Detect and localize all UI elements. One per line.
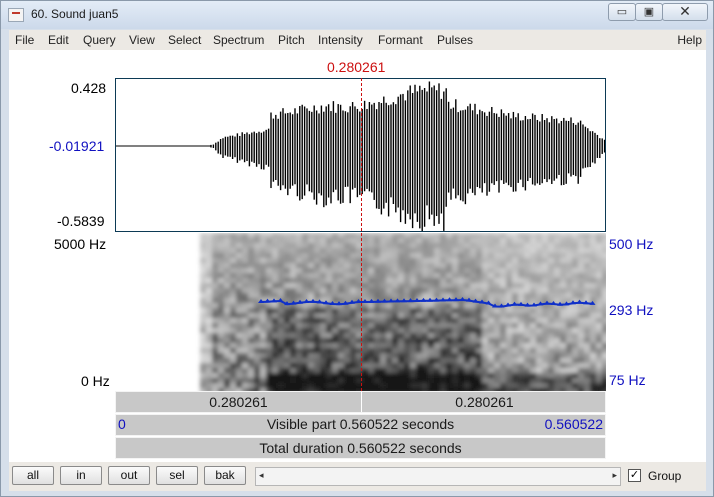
menu-query[interactable]: Query bbox=[83, 33, 116, 47]
menu-pitch[interactable]: Pitch bbox=[278, 33, 305, 47]
zoom-all-button[interactable]: all bbox=[12, 466, 54, 485]
menu-spectrum[interactable]: Spectrum bbox=[213, 33, 264, 47]
scroll-left-icon[interactable]: ◂ bbox=[259, 470, 264, 481]
visible-part-bar[interactable]: 0 Visible part 0.560522 seconds 0.560522 bbox=[115, 414, 606, 436]
time-scrollbar[interactable]: ◂ ▸ bbox=[255, 467, 621, 486]
editor-canvas[interactable]: 0.280261 0.428 -0.01921 -0.5839 5000 Hz … bbox=[9, 50, 706, 462]
menu-bar: File Edit Query View Select Spectrum Pit… bbox=[9, 30, 706, 50]
amplitude-cursor-label: -0.01921 bbox=[49, 138, 105, 154]
total-duration-bar[interactable]: Total duration 0.560522 seconds bbox=[115, 437, 606, 459]
pitch-bottom-label: 75 Hz bbox=[609, 372, 646, 388]
zoom-sel-button[interactable]: sel bbox=[156, 466, 198, 485]
window-title: 60. Sound juan5 bbox=[31, 7, 119, 21]
title-bar[interactable]: 60. Sound juan5 ▭ ▣ ✕ bbox=[1, 1, 713, 29]
menu-view[interactable]: View bbox=[129, 33, 155, 47]
visible-end-time: 0.560522 bbox=[544, 416, 603, 432]
pitch-top-label: 500 Hz bbox=[609, 236, 654, 252]
menu-formant[interactable]: Formant bbox=[378, 33, 423, 47]
amplitude-max-label: 0.428 bbox=[71, 80, 107, 96]
zoom-in-button[interactable]: in bbox=[60, 466, 102, 485]
editor-client-area: File Edit Query View Select Spectrum Pit… bbox=[9, 30, 706, 491]
cursor-right-segment[interactable]: 0.280261 bbox=[362, 392, 607, 412]
praat-sound-editor-window: 60. Sound juan5 ▭ ▣ ✕ File Edit Query Vi… bbox=[0, 0, 714, 497]
cursor-left-segment[interactable]: 0.280261 bbox=[116, 392, 361, 412]
amplitude-min-label: -0.5839 bbox=[57, 213, 105, 229]
praat-app-icon bbox=[8, 8, 24, 22]
bottom-toolbar: all in out sel bak ◂ ▸ ✓ Group bbox=[9, 462, 706, 491]
group-label: Group bbox=[648, 469, 682, 483]
menu-pulses[interactable]: Pulses bbox=[437, 33, 473, 47]
maximize-button[interactable]: ▣ bbox=[635, 3, 663, 21]
close-button[interactable]: ✕ bbox=[662, 3, 708, 21]
menu-select[interactable]: Select bbox=[168, 33, 201, 47]
spectrogram-bottom-freq-label: 0 Hz bbox=[81, 373, 110, 389]
menu-file[interactable]: File bbox=[15, 33, 34, 47]
cursor-time-bar[interactable]: 0.280261 0.280261 bbox=[115, 391, 606, 413]
spectrogram-top-freq-label: 5000 Hz bbox=[54, 236, 107, 252]
zoom-back-button[interactable]: bak bbox=[204, 466, 246, 485]
visible-part-label: Visible part 0.560522 seconds bbox=[266, 416, 455, 432]
group-checkbox[interactable]: ✓ bbox=[628, 469, 641, 482]
pitch-current-label: 293 Hz bbox=[609, 302, 654, 318]
minimize-button[interactable]: ▭ bbox=[608, 3, 636, 21]
menu-edit[interactable]: Edit bbox=[48, 33, 69, 47]
zoom-out-button[interactable]: out bbox=[108, 466, 150, 485]
menu-help[interactable]: Help bbox=[677, 33, 702, 47]
scroll-right-icon[interactable]: ▸ bbox=[612, 470, 617, 481]
cursor-line bbox=[361, 78, 362, 391]
menu-intensity[interactable]: Intensity bbox=[318, 33, 363, 47]
cursor-time-label: 0.280261 bbox=[327, 59, 386, 75]
